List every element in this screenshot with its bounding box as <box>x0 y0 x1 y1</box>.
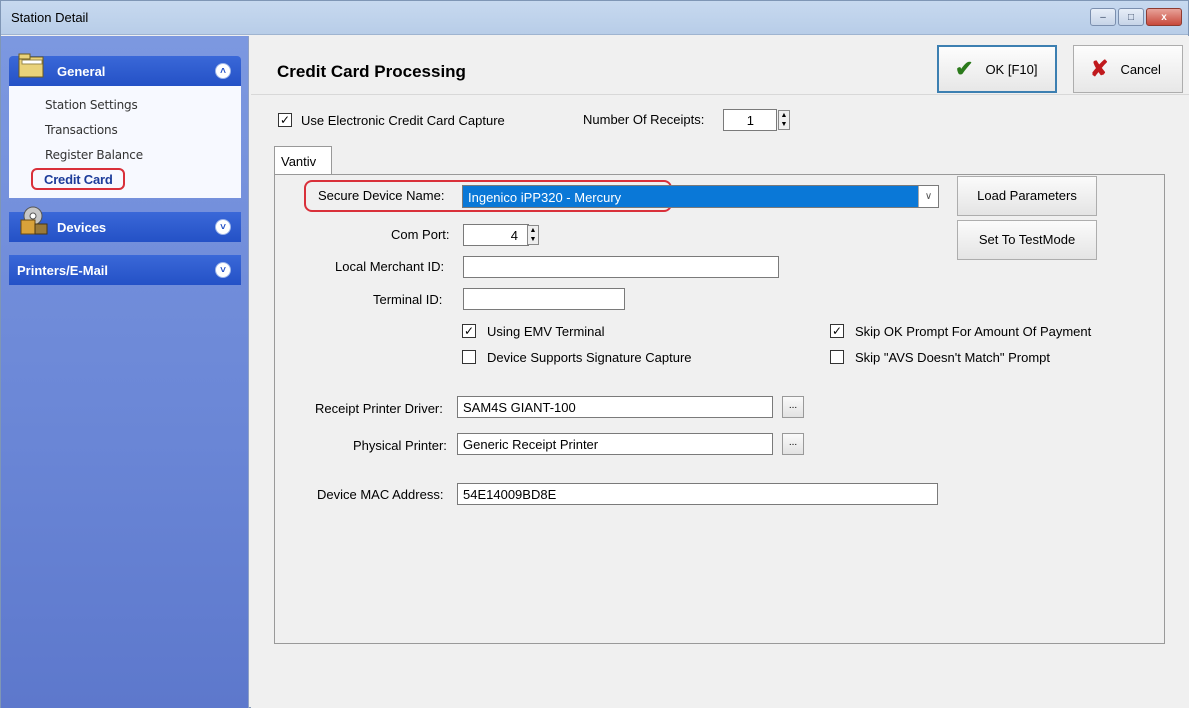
mac-address-label: Device MAC Address: <box>317 487 444 502</box>
num-receipts-stepper[interactable]: ▲ ▼ <box>778 110 790 130</box>
folder-icon <box>17 51 47 84</box>
sidebar-group-devices-label: Devices <box>57 220 107 235</box>
secure-device-label: Secure Device Name: <box>318 188 445 203</box>
physical-printer-label: Physical Printer: <box>353 438 447 453</box>
ok-button-label: OK [F10] <box>985 61 1038 77</box>
ok-button[interactable]: ✔ OK [F10] <box>937 45 1057 93</box>
signature-capture-label: Device Supports Signature Capture <box>487 350 692 365</box>
sidebar-item-credit-card[interactable]: Credit Card <box>31 168 125 190</box>
emv-checkbox[interactable]: ✓ <box>462 324 476 338</box>
maximize-button[interactable]: □ <box>1118 8 1144 26</box>
spin-down-icon[interactable]: ▼ <box>528 235 538 244</box>
tab-vantiv[interactable]: Vantiv <box>274 146 332 175</box>
skip-ok-checkbox[interactable]: ✓ <box>830 324 844 338</box>
secure-device-value: Ingenico iPP320 - Mercury <box>468 190 622 205</box>
dropdown-arrow-icon[interactable]: ∨ <box>918 186 938 207</box>
com-port-stepper[interactable]: ▲ ▼ <box>527 225 539 245</box>
main-panel: Credit Card Processing ✔ OK [F10] ✘ Canc… <box>251 36 1189 708</box>
physical-printer-browse-button[interactable]: ... <box>782 433 804 455</box>
skip-ok-label: Skip OK Prompt For Amount Of Payment <box>855 324 1092 339</box>
chevron-up-icon[interactable]: ˄ <box>215 63 231 79</box>
emv-label: Using EMV Terminal <box>487 324 605 339</box>
load-parameters-button[interactable]: Load Parameters <box>957 176 1097 216</box>
com-port-label: Com Port: <box>391 227 450 242</box>
spin-down-icon[interactable]: ▼ <box>779 120 789 129</box>
minimize-icon: – <box>1100 11 1106 23</box>
cancel-button[interactable]: ✘ Cancel <box>1073 45 1183 93</box>
sidebar: General ˄ Station Settings Transactions … <box>1 36 249 708</box>
chevron-down-icon[interactable]: ˅ <box>215 262 231 278</box>
receipt-driver-input[interactable]: SAM4S GIANT-100 <box>457 396 773 418</box>
close-button[interactable]: x <box>1146 8 1182 26</box>
title-bar: Station Detail – □ x <box>1 1 1188 35</box>
close-icon: x <box>1161 11 1167 23</box>
num-receipts-label: Number Of Receipts: <box>583 112 705 127</box>
header-divider <box>251 94 1189 95</box>
station-detail-window: Station Detail – □ x General ˄ Station S… <box>0 0 1189 708</box>
window-title: Station Detail <box>11 10 89 25</box>
use-ecc-checkbox[interactable]: ✓ <box>278 113 292 127</box>
secure-device-select[interactable]: Ingenico iPP320 - Mercury ∨ <box>462 185 939 208</box>
physical-printer-input[interactable]: Generic Receipt Printer <box>457 433 773 455</box>
receipt-driver-label: Receipt Printer Driver: <box>315 401 443 416</box>
x-icon: ✘ <box>1090 56 1109 81</box>
sidebar-item-register-balance[interactable]: Register Balance <box>45 148 143 162</box>
minimize-button[interactable]: – <box>1090 8 1116 26</box>
terminal-id-label: Terminal ID: <box>373 292 443 307</box>
skip-avs-label: Skip "AVS Doesn't Match" Prompt <box>855 350 1050 365</box>
skip-avs-checkbox[interactable] <box>830 350 844 364</box>
sidebar-group-printers[interactable]: Printers/E-Mail ˅ <box>9 255 241 285</box>
terminal-id-input[interactable] <box>463 288 625 310</box>
sidebar-item-transactions[interactable]: Transactions <box>45 123 118 137</box>
use-ecc-label: Use Electronic Credit Card Capture <box>301 113 505 128</box>
page-title: Credit Card Processing <box>277 62 466 81</box>
window-controls: – □ x <box>1090 8 1182 26</box>
sidebar-group-devices[interactable]: Devices ˅ <box>9 206 241 242</box>
sidebar-general-items: Station Settings Transactions Register B… <box>9 86 241 198</box>
signature-capture-checkbox[interactable] <box>462 350 476 364</box>
mac-address-input[interactable]: 54E14009BD8E <box>457 483 938 505</box>
merchant-id-input[interactable] <box>463 256 779 278</box>
com-port-input[interactable]: 4 <box>463 224 529 246</box>
spin-up-icon[interactable]: ▲ <box>779 111 789 120</box>
num-receipts-input[interactable]: 1 <box>723 109 777 131</box>
receipt-driver-browse-button[interactable]: ... <box>782 396 804 418</box>
sidebar-group-general[interactable]: General ˄ <box>9 53 241 86</box>
set-testmode-button[interactable]: Set To TestMode <box>957 220 1097 260</box>
checkmark-icon: ✔ <box>955 56 974 81</box>
chevron-down-icon[interactable]: ˅ <box>215 219 231 235</box>
sidebar-item-station-settings[interactable]: Station Settings <box>45 98 138 112</box>
sidebar-group-printers-label: Printers/E-Mail <box>17 263 109 278</box>
merchant-id-label: Local Merchant ID: <box>335 259 445 274</box>
cancel-button-label: Cancel <box>1120 61 1161 77</box>
maximize-icon: □ <box>1127 11 1135 23</box>
sidebar-group-general-label: General <box>57 64 106 79</box>
devices-icon <box>17 204 51 241</box>
spin-up-icon[interactable]: ▲ <box>528 226 538 235</box>
